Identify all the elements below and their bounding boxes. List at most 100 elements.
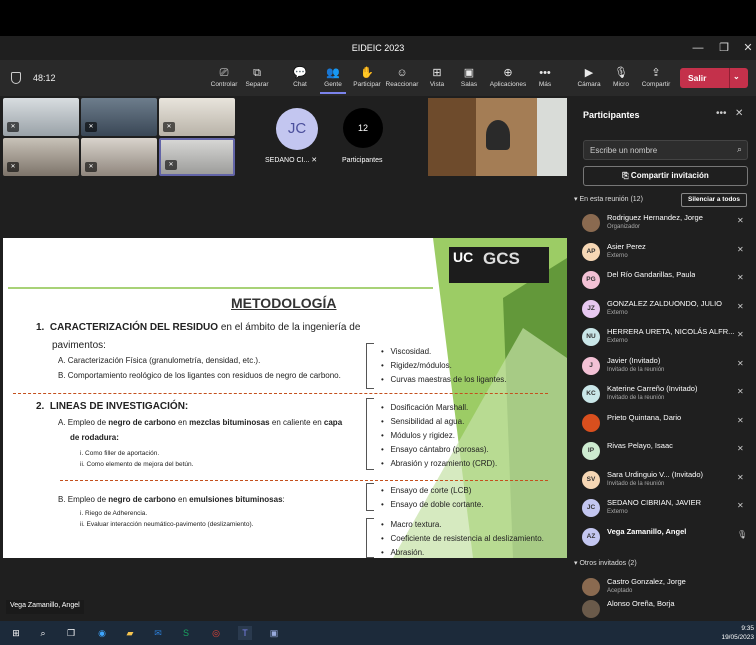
participant-row[interactable]: J Javier (Invitado) Invitado de la reunión… xyxy=(582,355,752,381)
video-tile[interactable]: ✕ xyxy=(81,138,157,176)
mic-button[interactable]: 🎙 Micro xyxy=(610,66,632,94)
camera-button[interactable]: ▶ Cámara xyxy=(576,66,602,94)
section-2-a-cont: de rodadura: xyxy=(70,433,119,442)
maximize-icon[interactable]: ❐ xyxy=(716,40,732,56)
rooms-button[interactable]: ▣ Salas xyxy=(458,66,480,94)
control-button[interactable]: ⎚ Controlar xyxy=(208,66,240,94)
view-button[interactable]: ⊞ Vista xyxy=(426,66,448,94)
raise-hand-icon: ✋ xyxy=(360,67,374,79)
popout-button[interactable]: ⧉ Separar xyxy=(242,66,272,94)
section-2-b-i: i. Riego de Adherencia. xyxy=(80,510,148,517)
edge-icon[interactable]: ◉ xyxy=(95,626,109,640)
section-1-a: A. Caracterización Física (granulometría… xyxy=(58,356,261,365)
react-button[interactable]: ☺ Reaccionar xyxy=(385,66,419,94)
participant-name: Alonso Oreña, Borja xyxy=(607,599,675,608)
search-input[interactable]: Escribe un nombre ⌕ xyxy=(583,140,748,160)
mic-off-icon[interactable]: ✕ xyxy=(737,330,744,339)
leave-button[interactable]: Salir ⌄ xyxy=(680,68,748,88)
participant-count[interactable]: 12 xyxy=(343,108,383,148)
participant-row[interactable]: JC SEDANO CIBRIAN, JAVIER Externo ✕ xyxy=(582,497,752,523)
other-invitees-header[interactable]: ▾ Otros invitados (2) xyxy=(574,559,637,567)
participant-name: Prieto Quintana, Dario xyxy=(607,412,682,422)
mic-off-icon[interactable]: ✕ xyxy=(737,273,744,282)
avatar: KC xyxy=(582,385,600,403)
participant-row[interactable]: AZ Vega Zamanillo, Angel 🎙 xyxy=(582,526,752,552)
mic-off-icon[interactable]: ✕ xyxy=(737,216,744,225)
participant-row[interactable]: SV Sara Urdinguio V... (Invitado) Invitado… xyxy=(582,469,752,495)
chrome-icon[interactable]: ◎ xyxy=(209,626,223,640)
participant-role: Organizador xyxy=(607,224,641,230)
participant-row[interactable]: NU HERRERA URETA, NICOLÁS ALFR... Externo ✕ xyxy=(582,326,752,352)
mic-off-icon[interactable]: ✕ xyxy=(737,245,744,254)
avatar: JC xyxy=(582,499,600,517)
chat-button[interactable]: 💬 Chat xyxy=(288,66,312,94)
participant-row[interactable]: IP Rivas Pelayo, Isaac ✕ xyxy=(582,440,752,466)
more-icon[interactable]: ••• xyxy=(716,108,727,119)
windows-start-icon[interactable]: ⊞ xyxy=(9,626,23,640)
participant-role: Externo xyxy=(607,509,628,515)
logo: UC GCS xyxy=(449,247,549,283)
mic-off-icon[interactable]: ✕ xyxy=(737,302,744,311)
video-tile-active[interactable]: ✕ xyxy=(159,138,235,176)
list-item: • Sensibilidad al agua. xyxy=(381,417,465,426)
leave-divider xyxy=(729,68,730,88)
participant-name: HERRERA URETA, NICOLÁS ALFR... xyxy=(607,327,735,336)
divider xyxy=(13,393,548,394)
share-invite-button[interactable]: ⎘ Compartir invitación xyxy=(583,166,748,186)
in-meeting-header[interactable]: ▾ En esta reunión (12) xyxy=(574,195,643,203)
share-icon: ⎘ xyxy=(622,171,629,180)
avatar[interactable]: JC xyxy=(276,108,318,150)
section-2: 2. LINEAS DE INVESTIGACIÓN: xyxy=(36,401,189,412)
outlook-icon[interactable]: ✉ xyxy=(151,626,165,640)
search-icon[interactable]: ⌕ xyxy=(36,626,50,640)
close-icon[interactable]: ✕ xyxy=(740,40,756,56)
video-tile[interactable]: ✕ xyxy=(3,138,79,176)
mic-off-icon[interactable]: ✕ xyxy=(737,444,744,453)
chevron-down-icon[interactable]: ⌄ xyxy=(733,72,740,81)
close-icon[interactable]: ✕ xyxy=(735,108,743,119)
mic-off-icon[interactable]: ✕ xyxy=(737,501,744,510)
list-item: • Abrasión. xyxy=(381,548,425,557)
speaker-video[interactable] xyxy=(428,98,567,176)
participant-row[interactable]: AP Asier Perez Externo ✕ xyxy=(582,241,752,267)
participant-role: Externo xyxy=(607,338,628,344)
speaker-nameplate: Vega Zamanillo, Angel xyxy=(6,600,84,614)
mic-off-icon[interactable]: ✕ xyxy=(737,416,744,425)
shield-icon[interactable] xyxy=(11,72,21,84)
raise-hand-button[interactable]: ✋ Participar xyxy=(352,66,382,94)
video-tile[interactable]: ✕ xyxy=(159,98,235,136)
mute-all-button[interactable]: Silenciar a todos xyxy=(681,193,747,207)
mic-off-icon[interactable]: ✕ xyxy=(737,387,744,396)
mic-on-icon[interactable]: 🎙 xyxy=(737,530,747,539)
section-2-b-ii: ii. Evaluar interacción neumático-pavime… xyxy=(80,521,254,528)
app-icon[interactable]: ▣ xyxy=(267,626,281,640)
camera-icon: ▶ xyxy=(584,67,594,79)
people-button[interactable]: 👥 Gente xyxy=(320,66,346,94)
share-button[interactable]: ⇪ Compartir xyxy=(640,66,672,94)
section-2-a-i: i. Como filler de aportación. xyxy=(80,450,160,457)
list-item: • Abrasión y rozamiento (CRD). xyxy=(381,459,498,468)
mic-off-icon: ✕ xyxy=(311,157,318,164)
participant-count-label: Participantes xyxy=(342,157,383,164)
apps-button[interactable]: ⊕ Aplicaciones xyxy=(488,66,528,94)
clock: 9:35 19/05/2023 xyxy=(721,625,754,641)
top-black-area xyxy=(0,0,756,36)
minimize-icon[interactable]: — xyxy=(690,40,706,56)
app-icon[interactable]: S xyxy=(179,626,193,640)
participant-row[interactable]: PG Del Río Gandarillas, Paula ✕ xyxy=(582,269,752,295)
participant-row[interactable]: Prieto Quintana, Dario ✕ xyxy=(582,412,752,438)
participant-row[interactable]: Rodriguez Hernandez, Jorge Organizador ✕ xyxy=(582,212,752,238)
mic-off-icon[interactable]: ✕ xyxy=(737,473,744,482)
teams-icon[interactable]: T xyxy=(238,626,252,640)
participant-row[interactable]: KC Katerine Carreño (Invitado) Invitado de… xyxy=(582,383,752,409)
video-tile[interactable]: ✕ xyxy=(81,98,157,136)
panel-title: Participantes xyxy=(583,110,640,120)
folder-icon[interactable]: ▰ xyxy=(123,626,137,640)
task-view-icon[interactable]: ❐ xyxy=(64,626,78,640)
more-button[interactable]: ••• Más xyxy=(534,66,556,94)
people-icon: 👥 xyxy=(326,67,340,79)
participant-row[interactable]: JZ GONZALEZ ZALDUONDO, JULIO Externo ✕ xyxy=(582,298,752,324)
mic-off-icon[interactable]: ✕ xyxy=(737,359,744,368)
video-tile[interactable]: ✕ xyxy=(3,98,79,136)
avatar: SV xyxy=(582,470,600,489)
